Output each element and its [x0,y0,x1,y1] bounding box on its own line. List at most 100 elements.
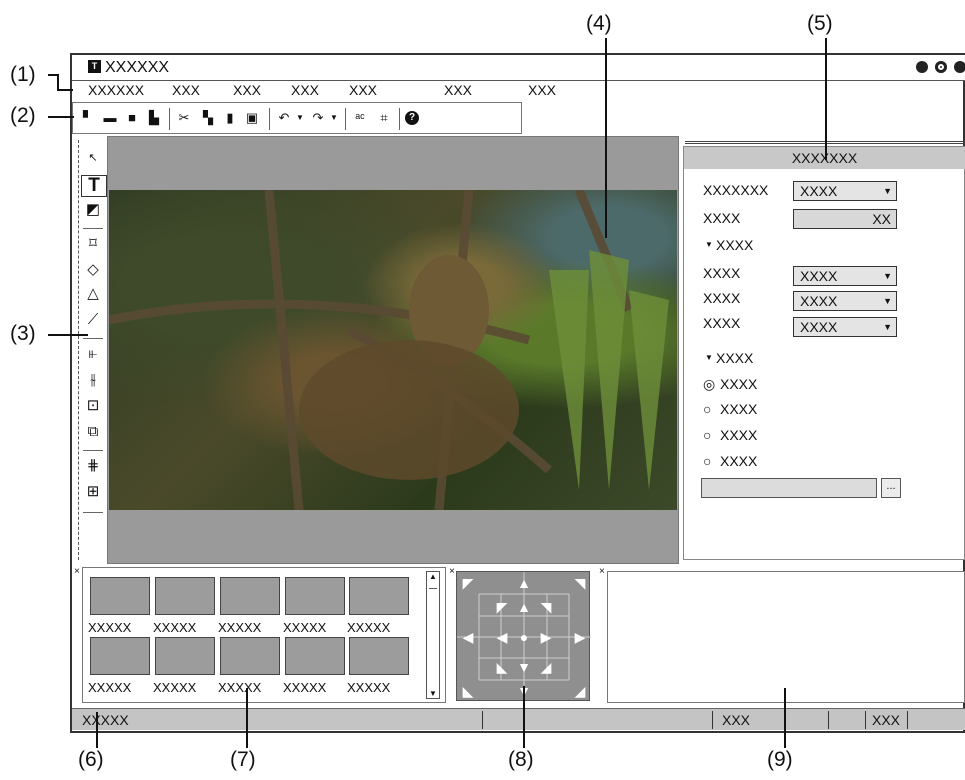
toolbar-separator [169,108,170,130]
close-icon[interactable]: × [599,566,605,577]
close-icon[interactable] [954,61,965,73]
arrow-up-left-icon[interactable]: ◤ [491,596,513,618]
cut-icon[interactable]: ✂ [177,110,191,126]
tool-separator [83,450,103,451]
thumbnail-label: XXXXX [88,620,132,635]
text-icon[interactable]: T [81,175,107,197]
arrow-left-icon[interactable]: ◀ [491,626,513,648]
arrow-up-right-icon[interactable]: ◥ [535,596,557,618]
menu-item[interactable]: XXX [444,82,472,98]
output-panel [607,571,965,703]
undo-icon[interactable]: ↶ [277,110,291,126]
align-icon[interactable]: ⫦ [81,344,105,364]
thumbnail[interactable] [155,637,215,675]
menu-item[interactable]: XXX [349,82,377,98]
arrow-right-icon[interactable]: ▶ [569,626,591,648]
status-separator [482,711,483,729]
center-icon[interactable]: ⊡ [81,396,105,416]
paste-icon[interactable]: ▮ [223,110,237,126]
polygon-icon[interactable]: △ [81,284,105,304]
thumbnail[interactable] [285,637,345,675]
thumbnail[interactable] [349,577,409,615]
status-field: XXX [722,712,751,728]
arrow-up-icon[interactable]: ▲ [513,596,535,618]
position-pad: ▲ ◤ ◥ ◤ ▲ ◥ ◀ ◀ ● ▶ ▶ ◣ ▼ ◢ ◣ ▼ ◢ [456,571,591,702]
redo-dropdown-icon[interactable]: ▼ [327,110,341,126]
pointer-icon[interactable]: ↖ [81,148,105,168]
thumbnail[interactable] [220,577,280,615]
thumbnail[interactable] [349,637,409,675]
image-icon[interactable]: ◩ [81,200,105,220]
scroll-down-icon[interactable]: ▼ [429,689,437,698]
line-icon[interactable]: ⟋ [81,310,105,330]
arrow-down-right-icon[interactable]: ◢ [569,680,591,702]
close-icon[interactable]: × [74,566,80,577]
callout-label: (8) [508,748,534,771]
thumbnail[interactable] [220,637,280,675]
thumbnail[interactable] [90,577,150,615]
arrow-left-icon[interactable]: ◀ [457,626,479,648]
center-dot-icon[interactable]: ● [513,626,535,648]
save-as-icon[interactable]: ▙ [147,110,161,126]
undo-dropdown-icon[interactable]: ▼ [293,110,307,126]
save-icon[interactable]: ■ [125,110,139,126]
thumbnail[interactable] [90,637,150,675]
menu-item[interactable]: XXX [528,82,556,98]
find-replace-icon[interactable]: ᵃᶜ [353,110,367,126]
capture-icon[interactable]: ⌗ [377,110,391,126]
distribute-icon[interactable]: ⫳ [81,370,105,390]
background-image [109,190,677,510]
tool-separator [83,512,103,513]
maximize-icon[interactable] [935,61,947,73]
scrollbar[interactable]: ▲ ▼ [426,571,440,699]
copy-icon[interactable]: ▚ [201,110,215,126]
menu-item[interactable]: XXX [233,82,261,98]
delete-icon[interactable]: ▣ [245,110,259,126]
menu-item[interactable]: XXX [291,82,319,98]
order-icon[interactable]: ⧉ [81,422,105,442]
arrow-up-left-icon[interactable]: ◤ [457,572,479,594]
thumbnail-label: XXXXX [218,680,262,695]
open-icon[interactable]: ▬ [103,110,117,126]
arrow-up-right-icon[interactable]: ◥ [569,572,591,594]
thumbnail[interactable] [285,577,345,615]
arrow-up-icon[interactable]: ▲ [513,572,535,594]
thumbnail-label: XXXXX [153,680,197,695]
minimize-icon[interactable] [916,61,928,73]
leader-line [57,89,73,91]
callout-label: (7) [230,748,256,771]
toolbar-separator [269,108,270,130]
arrow-down-icon[interactable]: ▼ [513,656,535,678]
callout-label: (2) [10,104,36,127]
menu-item[interactable]: XXX [172,82,200,98]
close-icon[interactable]: × [449,566,455,577]
tool-separator [83,338,103,339]
main-toolbar: ▘ ▬ ■ ▙ ✂ ▚ ▮ ▣ ↶ ▼ ↷ ▼ ᵃᶜ ⌗ ? [72,102,522,134]
grid-icon[interactable]: ⋕ [81,456,105,476]
thumbnail-label: XXXXX [283,620,327,635]
leader-line [784,688,786,748]
scroll-divider [429,588,437,589]
leader-line [96,712,98,748]
redo-icon[interactable]: ↷ [311,110,325,126]
ellipse-icon[interactable]: ◇ [81,260,105,280]
menu-item[interactable]: XXXXXX [88,82,144,98]
help-icon[interactable]: ? [405,111,419,125]
arrow-down-left-icon[interactable]: ◣ [457,680,479,702]
callout-label: (6) [78,748,104,771]
rectangle-icon[interactable]: ⌑ [81,234,105,254]
status-separator [865,711,866,729]
arrow-down-left-icon[interactable]: ◣ [491,656,513,678]
arrow-right-icon[interactable]: ▶ [535,626,557,648]
callout-label: (3) [10,322,36,345]
thumbnail[interactable] [155,577,215,615]
arrow-down-right-icon[interactable]: ◢ [535,656,557,678]
thumbnail-label: XXXXX [153,620,197,635]
new-icon[interactable]: ▘ [81,110,95,126]
leader-line [523,686,525,748]
leader-line [605,38,607,238]
safe-area-icon[interactable]: ⊞ [81,482,105,502]
thumbnail-label: XXXXX [347,680,391,695]
leader-line [48,334,88,336]
scroll-up-icon[interactable]: ▲ [429,572,437,581]
